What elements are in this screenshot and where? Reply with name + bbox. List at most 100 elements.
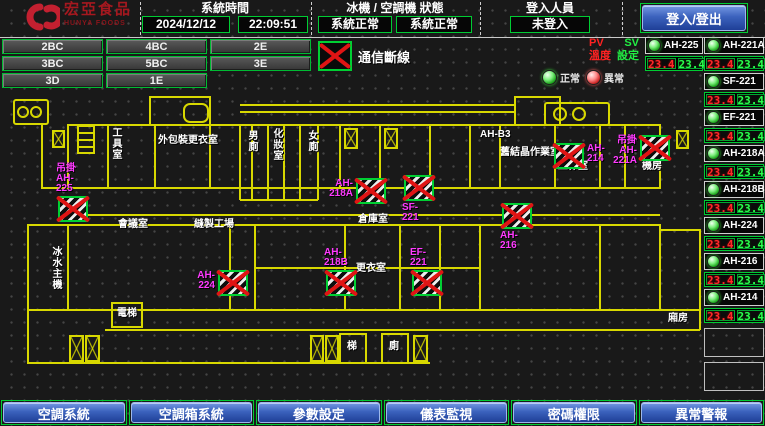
map-unit-AH-214: AH-214 (554, 143, 584, 169)
nav-button-frame: 密碼權限 (511, 400, 637, 425)
unit-sv-value: 23.4 (737, 274, 765, 285)
floor-button-1E[interactable]: 1E (106, 73, 207, 88)
unit-sv-value: 23.4 (737, 130, 765, 141)
comm-lost-unit-icon[interactable] (502, 203, 532, 229)
pv-label: PV (589, 37, 604, 50)
login-logout-button[interactable]: 登入/登出 (642, 5, 746, 31)
map-unit-EF-221: EF-221 (412, 270, 442, 296)
room-label: 廂房 (668, 314, 688, 324)
system-date-value: 2024/12/12 (142, 16, 230, 33)
unit-pv-value: 23.4 (706, 166, 735, 177)
abnormal-lamp-icon (586, 70, 601, 85)
nav-button-3[interactable]: 參數設定 (258, 402, 380, 423)
unit-pv-value: 23.4 (647, 58, 676, 69)
unit-header[interactable]: AH-214 (704, 289, 764, 306)
normal-lamp-icon (542, 70, 557, 85)
unit-pv-value: 23.4 (706, 94, 735, 105)
room-label: 化妝室 (271, 128, 281, 161)
unit-name: AH-214 (723, 292, 757, 303)
room-label: 男廁 (246, 130, 256, 152)
comm-lost-unit-icon[interactable] (412, 270, 442, 296)
unit-header[interactable]: AH-221A (704, 37, 764, 54)
nav-button-4[interactable]: 儀表監視 (386, 402, 508, 423)
comm-lost-unit-icon[interactable] (640, 135, 670, 161)
unit-values: 23.4 23.4 (645, 56, 703, 71)
floor-button-4BC[interactable]: 4BC (106, 39, 207, 54)
floor-button-5BC[interactable]: 5BC (106, 56, 207, 71)
map-unit-label: AH-216 (500, 231, 532, 251)
unit-sv-value: 23.4 (737, 166, 765, 177)
unit-values: 23.423.4 (704, 128, 764, 143)
ahu-status-value: 系統正常 (396, 16, 472, 33)
bottom-nav-bar: 空調系統空調箱系統參數設定儀表監視密碼權限異常警報 (0, 399, 765, 426)
map-unit-吊掛-AH-225: 吊掛 AH-225 (58, 196, 88, 222)
elevator-shaft-icon (676, 130, 689, 149)
login-user-section: 登入人員 未登入 (481, 0, 619, 36)
unit-header[interactable]: SF-221 (704, 73, 764, 90)
unit-header[interactable]: AH-216 (704, 253, 764, 270)
nav-button-frame: 異常警報 (639, 400, 765, 425)
unit-status-lamp-icon (707, 39, 720, 52)
map-unit-SF-221: SF-221 (404, 175, 434, 201)
comm-lost-unit-icon[interactable] (554, 143, 584, 169)
nav-button-5[interactable]: 密碼權限 (513, 402, 635, 423)
floor-button-2E[interactable]: 2E (210, 39, 311, 54)
unit-pv-value: 23.4 (706, 130, 735, 141)
unit-sv-value: 23.4 (737, 202, 765, 213)
unit-status-lamp-icon (707, 183, 720, 196)
comm-lost-unit-icon[interactable] (404, 175, 434, 201)
sv-desc-label: 設定 (617, 50, 639, 63)
nav-button-1[interactable]: 空調系統 (3, 402, 125, 423)
system-time-label: 系統時間 (141, 0, 309, 16)
hmi-screen: 工具室外包裝更衣室男廁化妝室女廁AH-B3舊結晶作業室工作室機房會議室縫製工場冰… (0, 0, 765, 426)
comm-lost-label: 通信斷線 (358, 47, 410, 66)
unit-sv-value: 23.4 (737, 310, 765, 321)
unit-display-AH-218B: AH-218B23.423.4 (704, 181, 764, 215)
map-unit-label: AH-218B (324, 248, 356, 268)
unit-values: 23.423.4 (704, 164, 764, 179)
room-label: 更衣室 (356, 264, 386, 274)
chiller-status-value: 系統正常 (318, 16, 392, 33)
nav-button-6[interactable]: 異常警報 (641, 402, 763, 423)
elevator-shaft-icon (85, 335, 100, 362)
unit-list: AH-221A23.423.4SF-22123.423.4EF-22123.42… (704, 37, 764, 391)
abnormal-label: 異常 (604, 70, 624, 85)
machine-status-label: 冰機 / 空調機 狀態 (312, 0, 478, 16)
unit-sv-value: 23.4 (737, 238, 765, 249)
unit-name: EF-221 (723, 112, 756, 123)
comm-lost-unit-icon[interactable] (356, 178, 386, 204)
unit-display-SF-221: SF-22123.423.4 (704, 73, 764, 107)
unit-name: AH-221A (723, 40, 765, 51)
map-unit-AH-218A: AH-218A (356, 178, 386, 204)
unit-display-AH-221A: AH-221A23.423.4 (704, 37, 764, 71)
unit-name: AH-216 (723, 256, 757, 267)
unit-status-lamp-icon (707, 255, 720, 268)
unit-pv-value: 23.4 (706, 310, 735, 321)
comm-lost-unit-icon[interactable] (218, 270, 248, 296)
elevator-shaft-icon (69, 335, 84, 362)
comm-lost-unit-icon[interactable] (58, 196, 88, 222)
unit-header[interactable]: AH-218A (704, 145, 764, 162)
topbar-divider (622, 2, 623, 35)
logo-title: 宏亞食品 (64, 3, 132, 17)
floor-button-2BC[interactable]: 2BC (2, 39, 103, 54)
elevator-shaft-icon (325, 335, 339, 362)
comm-lost-unit-icon[interactable] (326, 270, 356, 296)
unit-header[interactable]: AH-225 (645, 37, 703, 54)
nav-button-frame: 儀表監視 (384, 400, 510, 425)
legend-normal: 正常 (542, 70, 580, 85)
unit-values: 23.423.4 (704, 272, 764, 287)
floor-button-3D[interactable]: 3D (2, 73, 103, 88)
floor-button-3BC[interactable]: 3BC (2, 56, 103, 71)
floor-button-3E[interactable]: 3E (210, 56, 311, 71)
unit-header[interactable]: EF-221 (704, 109, 764, 126)
map-unit-label: AH-218A (329, 179, 353, 199)
unit-header[interactable]: AH-224 (704, 217, 764, 234)
login-user-value: 未登入 (510, 16, 590, 33)
nav-button-2[interactable]: 空調箱系統 (131, 402, 253, 423)
map-unit-label: 吊掛 AH-221A (613, 136, 637, 166)
room-label: 縫製工場 (194, 220, 234, 230)
comm-lost-indicator: 通信斷線 (318, 41, 410, 71)
unit-header[interactable]: AH-218B (704, 181, 764, 198)
system-clock-value: 22:09:51 (238, 16, 308, 33)
